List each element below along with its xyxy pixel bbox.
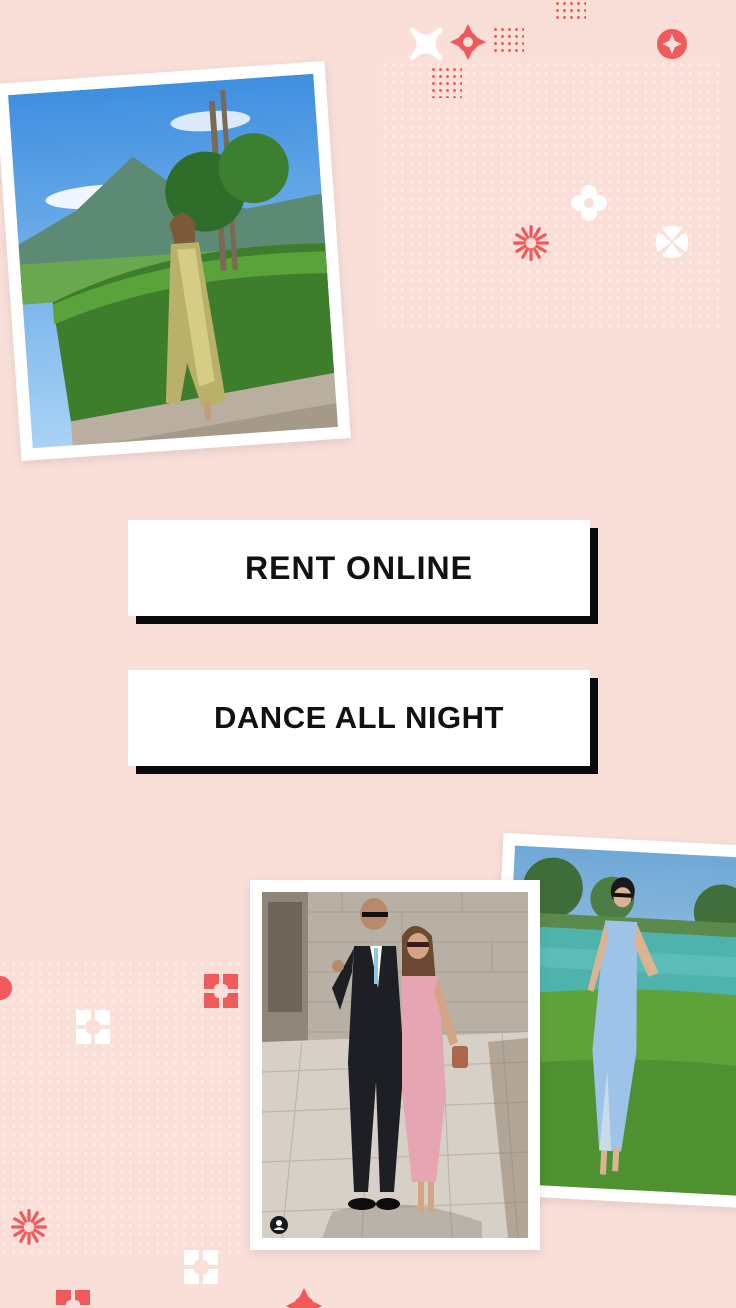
flower-outline-icon — [571, 185, 607, 221]
cross-sparkle-icon — [409, 27, 443, 61]
flower-icon — [286, 1288, 322, 1308]
banner-dance-all-night: DANCE ALL NIGHT — [128, 670, 590, 766]
daisy-icon — [11, 1209, 47, 1245]
decor-dot-grid-red — [492, 26, 524, 56]
four-square-icon — [204, 974, 238, 1008]
banner-text-rent-online: RENT ONLINE — [245, 549, 473, 586]
four-petal-icon — [656, 226, 688, 258]
daisy-icon — [513, 225, 549, 261]
decor-dot-grid — [380, 60, 720, 330]
user-icon[interactable] — [270, 1216, 288, 1234]
photo-couple-image — [262, 892, 528, 1238]
flower-icon — [0, 976, 12, 1000]
banner-rent-online: RENT ONLINE — [128, 520, 590, 616]
four-square-icon — [56, 1290, 90, 1305]
decor-dot-grid-red — [554, 0, 586, 20]
banner-text-dance-all-night: DANCE ALL NIGHT — [214, 700, 504, 735]
flower-icon — [450, 24, 486, 60]
decor-dot-grid-red — [430, 66, 462, 98]
photo-gold-gown — [0, 60, 351, 462]
photo-gold-gown-image — [8, 73, 338, 449]
four-square-icon — [76, 1010, 110, 1044]
photo-couple — [250, 880, 540, 1250]
four-square-icon — [184, 1250, 218, 1284]
flower-icon — [657, 29, 687, 59]
